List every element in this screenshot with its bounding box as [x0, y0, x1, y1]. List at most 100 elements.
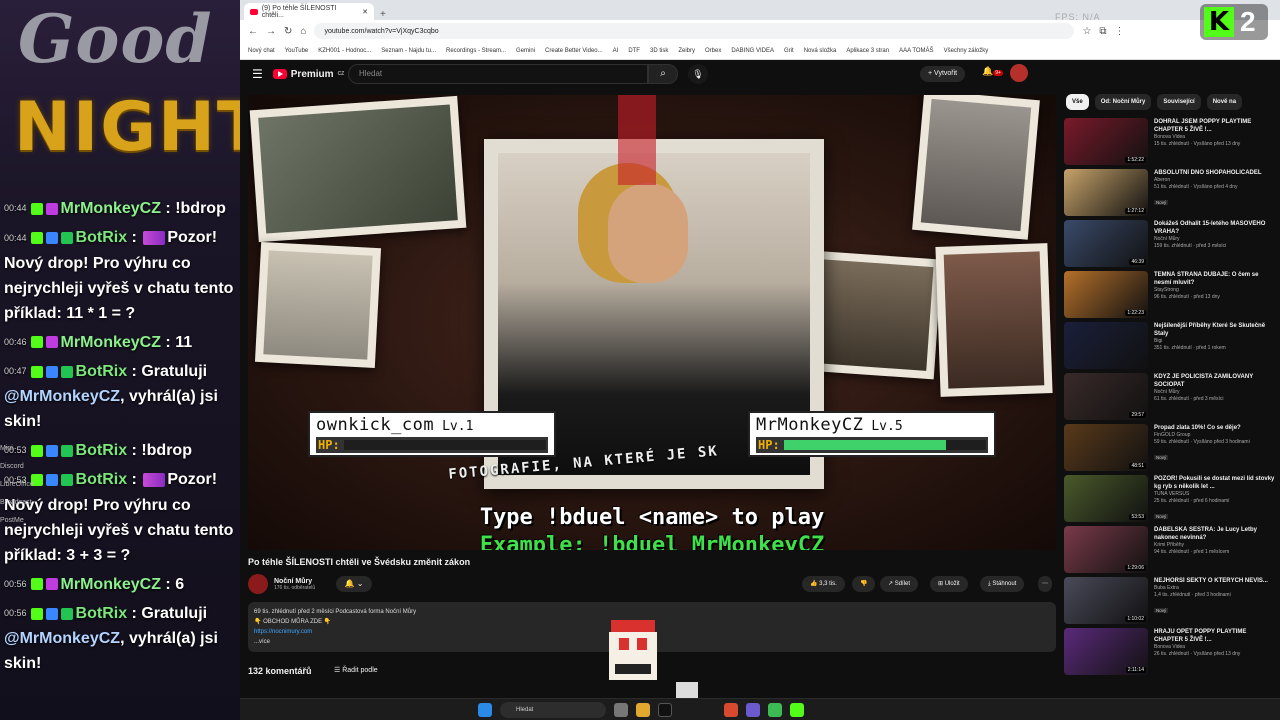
home-icon[interactable]: ⌂ — [300, 26, 306, 37]
video-channel[interactable]: FinGOLD Group — [1154, 432, 1276, 439]
notifications-button[interactable]: 🔔 9+ — [982, 66, 1003, 77]
video-thumbnail[interactable]: 53:53 — [1064, 475, 1148, 522]
youtube-logo[interactable]: Premium CZ — [272, 69, 344, 80]
video-title[interactable]: ABSOLUTNÍ DNO SHOPAHOLICADEL — [1154, 169, 1276, 177]
address-bar[interactable]: youtube.com/watch?v=VjXqyC3cqbo — [314, 23, 1075, 39]
chat-username[interactable]: MrMonkeyCZ — [61, 576, 161, 593]
chat-username[interactable]: MrMonkeyCZ — [61, 200, 161, 217]
video-title[interactable]: KDYŽ JE POLICISTA ZAMILOVANÝ SOCIOPAT — [1154, 373, 1276, 389]
video-title[interactable]: Nejšílenější Příběhy Které Se Skutečně S… — [1154, 322, 1276, 338]
task-view-icon[interactable] — [614, 703, 628, 717]
voice-search-button[interactable]: 🎙 — [688, 64, 708, 84]
video-channel[interactable]: Buba Extra — [1154, 585, 1276, 592]
video-title[interactable]: HRAJU OPĚT POPPY PLAYTIME CHAPTER 5 ŽIVĚ… — [1154, 628, 1276, 644]
like-button[interactable]: 👍 3,3 tis. — [802, 576, 845, 592]
video-channel[interactable]: Bonova Videa — [1154, 644, 1276, 651]
bookmark-item[interactable]: Zeibry — [678, 48, 695, 54]
taskbar-search[interactable]: Hledat — [500, 702, 606, 718]
file-explorer-icon[interactable] — [636, 703, 650, 717]
forward-icon[interactable]: → — [266, 26, 276, 37]
chat-username[interactable]: BotRix — [76, 442, 128, 459]
back-icon[interactable]: ← — [248, 26, 258, 37]
more-actions-button[interactable]: ⋯ — [1038, 576, 1052, 592]
video-channel[interactable]: StayStrong — [1154, 287, 1276, 294]
reload-icon[interactable]: ↻ — [284, 26, 292, 37]
filter-chip[interactable]: Související — [1157, 94, 1201, 110]
bookmark-item[interactable]: KZH001 - Hodnoc... — [318, 48, 371, 54]
app-icon[interactable] — [746, 703, 760, 717]
dock-item[interactable]: Discord — [0, 458, 34, 476]
chat-username[interactable]: BotRix — [76, 363, 128, 380]
kick-app-icon[interactable] — [790, 703, 804, 717]
create-button[interactable]: + Vytvořit — [920, 66, 966, 82]
menu-icon[interactable]: ⋮ — [1115, 26, 1125, 37]
chat-username[interactable]: BotRix — [76, 605, 128, 622]
search-button[interactable]: ⌕ — [648, 64, 678, 84]
video-title[interactable]: POZOR! Pokusili se dostat mezi líd stovk… — [1154, 475, 1276, 491]
extensions-icon[interactable]: ⧉ — [1099, 26, 1106, 37]
bookmark-item[interactable]: Create Better Video... — [545, 48, 603, 54]
share-button[interactable]: ↗ Sdílet — [880, 576, 919, 592]
video-thumbnail[interactable]: 1:27:12 — [1064, 169, 1148, 216]
recommended-video[interactable]: 48:51 Propad zlata 10%! Co se děje? FinGOL… — [1064, 424, 1276, 475]
bookmark-item[interactable]: Orbex — [705, 48, 721, 54]
channel-avatar[interactable] — [248, 574, 268, 594]
video-thumbnail[interactable]: 2:11:14 — [1064, 628, 1148, 675]
channel-name[interactable]: Noční Můry — [274, 578, 315, 585]
chat-username[interactable]: MrMonkeyCZ — [61, 334, 161, 351]
menu-hamburger-icon[interactable]: ☰ — [252, 67, 263, 81]
start-icon[interactable] — [478, 703, 492, 717]
video-channel[interactable]: Bonova Videa — [1154, 134, 1276, 141]
chat-username[interactable]: BotRix — [76, 471, 128, 488]
sort-comments-button[interactable]: ☰ Řadit podle — [334, 666, 378, 674]
bookmark-item[interactable]: Recordings - Stream... — [446, 48, 506, 54]
recommended-video[interactable]: 1:29:06 ĎÁBELSKÁ SESTRA: Je Lucy Letby na… — [1064, 526, 1276, 577]
new-tab-button[interactable]: + — [374, 9, 392, 20]
account-avatar[interactable] — [1010, 64, 1028, 82]
bookmark-item[interactable]: Nový chat — [248, 48, 275, 54]
video-thumbnail[interactable]: 1:22:23 — [1064, 271, 1148, 318]
chat-mention[interactable]: @MrMonkeyCZ — [4, 630, 120, 647]
bookmark-item[interactable]: Všechny záložky — [944, 48, 989, 54]
search-input[interactable]: Hledat — [348, 64, 648, 84]
recommended-video[interactable]: 1:10:02 NEJHORŠÍ SEKTY O KTERÝCH NEVÍŠ...… — [1064, 577, 1276, 628]
bookmark-item[interactable]: Aplikace 3 stran — [846, 48, 889, 54]
recommended-video[interactable]: 53:53 POZOR! Pokusili se dostat mezi líd … — [1064, 475, 1276, 526]
bookmark-item[interactable]: Gemini — [516, 48, 535, 54]
subscription-bell-button[interactable]: 🔔 ⌄ — [336, 576, 372, 592]
video-title[interactable]: Propad zlata 10%! Co se děje? — [1154, 424, 1276, 432]
chrome-icon[interactable] — [724, 703, 738, 717]
recommended-video[interactable]: 1:22:23 TEMNÁ STRANA DUBAJE: O čem se nes… — [1064, 271, 1276, 322]
chat-mention[interactable]: @MrMonkeyCZ — [4, 388, 120, 405]
tiktok-icon[interactable] — [658, 703, 672, 717]
video-title[interactable]: TEMNÁ STRANA DUBAJE: O čem se nesmí mluv… — [1154, 271, 1276, 287]
video-channel[interactable]: Krimi Příběhy — [1154, 542, 1276, 549]
video-title[interactable]: ĎÁBELSKÁ SESTRA: Je Lucy Letby nakonec n… — [1154, 526, 1276, 542]
bookmark-item[interactable]: Seznam - Najdu tu... — [381, 48, 436, 54]
channel-info[interactable]: Noční Můry 176 tis. odběratelů — [248, 574, 315, 594]
recommended-video[interactable]: 29:57 KDYŽ JE POLICISTA ZAMILOVANÝ SOCIOP… — [1064, 373, 1276, 424]
bookmark-item[interactable]: DABING VIDEA — [731, 48, 774, 54]
tab-youtube[interactable]: (9) Po téhle ŠÍLENOSTI chtěli... ✕ — [244, 3, 374, 20]
video-thumbnail[interactable] — [1064, 322, 1148, 369]
recommended-video[interactable]: 2:11:14 HRAJU OPĚT POPPY PLAYTIME CHAPTER… — [1064, 628, 1276, 679]
browser-icon[interactable] — [768, 703, 782, 717]
video-thumbnail[interactable]: 46:39 — [1064, 220, 1148, 267]
video-title[interactable]: NEJHORŠÍ SEKTY O KTERÝCH NEVÍŠ... — [1154, 577, 1276, 585]
video-thumbnail[interactable]: 1:29:06 — [1064, 526, 1148, 573]
filter-chip[interactable]: Od: Noční Můry — [1094, 94, 1152, 110]
video-channel[interactable]: Aberon — [1154, 177, 1276, 184]
close-tab-icon[interactable]: ✕ — [362, 8, 368, 16]
recommended-video[interactable]: Nejšílenější Příběhy Které Se Skutečně S… — [1064, 322, 1276, 373]
video-thumbnail[interactable]: 1:52:22 — [1064, 118, 1148, 165]
video-channel[interactable]: Noční Můry — [1154, 389, 1276, 396]
video-thumbnail[interactable]: 29:57 — [1064, 373, 1148, 420]
video-title[interactable]: Dokážeš Odhalit 15-letého MASOVÉHO VRAHA… — [1154, 220, 1276, 236]
bookmark-item[interactable]: Nová složka — [804, 48, 837, 54]
video-channel[interactable]: Noční Můry — [1154, 236, 1276, 243]
recommended-video[interactable]: 1:27:12 ABSOLUTNÍ DNO SHOPAHOLICADEL Abero… — [1064, 169, 1276, 220]
dock-item[interactable]: Mini — [0, 440, 34, 458]
bookmark-item[interactable]: AAA TOMÁŠ — [899, 48, 933, 54]
download-button[interactable]: ⤓ Stáhnout — [980, 576, 1025, 592]
bookmark-item[interactable]: AI — [613, 48, 619, 54]
